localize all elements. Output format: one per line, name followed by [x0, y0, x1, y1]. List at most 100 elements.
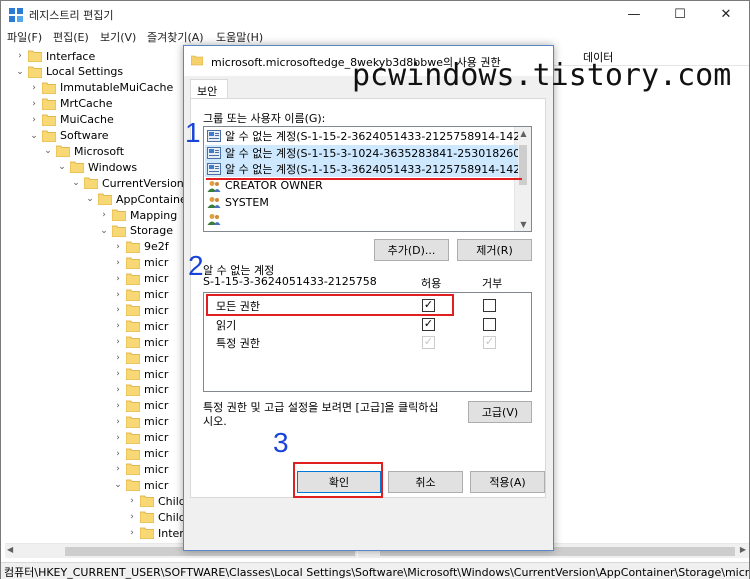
chevron-right-icon[interactable]: › — [113, 305, 123, 315]
chevron-right-icon[interactable]: › — [113, 401, 123, 411]
chevron-right-icon[interactable]: › — [113, 464, 123, 474]
maximize-button[interactable]: ☐ — [657, 1, 703, 28]
advanced-button[interactable]: 고급(V) — [468, 401, 532, 423]
tree-item[interactable]: › MrtCache — [29, 96, 113, 112]
chevron-right-icon[interactable]: › — [29, 83, 39, 93]
allow-column-header: 허용 — [421, 277, 442, 290]
tree-item[interactable]: › micr — [113, 255, 168, 271]
tree-item[interactable]: ⌄ AppContainer — [85, 191, 191, 207]
tree-item[interactable]: › 9e2f — [113, 239, 168, 255]
permission-deny-checkbox[interactable] — [483, 317, 496, 331]
chevron-right-icon[interactable]: › — [113, 337, 123, 347]
tree-item[interactable]: › micr — [113, 350, 168, 366]
user-list-item[interactable]: 알 수 없는 계정(S-1-15-3-3624051433-2125758914… — [205, 161, 518, 177]
tree-item[interactable]: › micr — [113, 382, 168, 398]
apply-button[interactable]: 적용(A) — [470, 471, 545, 493]
tree-item[interactable]: › micr — [113, 446, 168, 462]
menu-view[interactable]: 보기(V) — [100, 29, 136, 45]
tree-item[interactable]: › micr — [113, 461, 168, 477]
menu-help[interactable]: 도움말(H) — [216, 29, 263, 45]
scroll-left-arrow-icon[interactable]: ◀ — [7, 545, 13, 554]
status-bar: 컴퓨터\HKEY_CURRENT_USER\SOFTWARE\Classes\L… — [1, 562, 749, 579]
tree-item[interactable]: › MuiCache — [29, 112, 114, 128]
tree-item[interactable]: › micr — [113, 414, 168, 430]
chevron-right-icon[interactable]: › — [99, 210, 109, 220]
folder-icon — [125, 320, 141, 333]
chevron-right-icon[interactable]: › — [29, 99, 39, 109]
checkmark-icon: ✓ — [484, 335, 495, 348]
tree-item[interactable]: › micr — [113, 334, 168, 350]
menu-file[interactable]: 파일(F) — [7, 29, 42, 45]
chevron-right-icon[interactable]: › — [127, 496, 137, 506]
tree-item[interactable]: ⌄ Software — [29, 128, 108, 144]
tree-item[interactable]: ⌄ micr — [113, 477, 168, 493]
chevron-right-icon[interactable]: › — [113, 258, 123, 268]
chevron-down-icon[interactable]: ⌄ — [29, 131, 39, 141]
chevron-right-icon[interactable]: › — [15, 51, 25, 61]
permission-deny-checkbox: ✓ — [483, 335, 496, 349]
close-button[interactable]: ✕ — [703, 1, 749, 28]
permissions-for-sid: S-1-15-3-3624051433-2125758 — [203, 275, 377, 288]
user-name: 알 수 없는 계정(S-1-15-2-3624051433-2125758914… — [225, 130, 518, 143]
tree-item[interactable]: › micr — [113, 366, 168, 382]
user-name: 알 수 없는 계정(S-1-15-3-3624051433-2125758914… — [225, 163, 518, 176]
tree-item[interactable]: ⌄ Windows — [57, 159, 137, 175]
chevron-down-icon[interactable]: ⌄ — [99, 226, 109, 236]
tree-item[interactable]: › micr — [113, 398, 168, 414]
chevron-right-icon[interactable]: › — [113, 433, 123, 443]
chevron-right-icon[interactable]: › — [113, 449, 123, 459]
permission-deny-checkbox[interactable] — [483, 299, 496, 312]
user-list-item[interactable]: SYSTEM — [205, 194, 518, 210]
tab-security[interactable]: 보안 — [190, 79, 228, 99]
tree-item[interactable]: › micr — [113, 430, 168, 446]
user-name: SYSTEM — [225, 195, 269, 209]
folder-icon — [125, 352, 141, 365]
title-bar[interactable]: 레지스트리 편집기 — ☐ ✕ — [1, 1, 749, 28]
chevron-right-icon[interactable]: › — [113, 353, 123, 363]
chevron-down-icon[interactable]: ⌄ — [113, 480, 123, 490]
tree-item[interactable]: › micr — [113, 271, 168, 287]
remove-button[interactable]: 제거(R) — [457, 239, 532, 261]
chevron-right-icon[interactable]: › — [127, 528, 137, 538]
tree-item[interactable]: › ImmutableMuiCache — [29, 80, 173, 96]
tree-item[interactable]: ⌄ Storage — [99, 223, 173, 239]
tree-item[interactable]: ⌄ Microsoft — [43, 143, 124, 159]
chevron-right-icon[interactable]: › — [113, 385, 123, 395]
chevron-right-icon[interactable]: › — [113, 417, 123, 427]
folder-icon — [125, 368, 141, 381]
chevron-right-icon[interactable]: › — [113, 242, 123, 252]
user-list-item[interactable]: 알 수 없는 계정(S-1-15-2-3624051433-2125758914… — [205, 128, 518, 144]
minimize-button[interactable]: — — [611, 1, 657, 28]
chevron-down-icon[interactable]: ⌄ — [85, 194, 95, 204]
ok-button-highlight — [293, 462, 383, 498]
tree-item[interactable]: › micr — [113, 287, 168, 303]
tree-item[interactable]: ⌄ Local Settings — [15, 64, 123, 80]
menu-edit[interactable]: 편집(E) — [53, 29, 89, 45]
tree-item[interactable]: ⌄ CurrentVersion — [71, 175, 184, 191]
chevron-right-icon[interactable]: › — [29, 115, 39, 125]
chevron-down-icon[interactable]: ⌄ — [57, 162, 67, 172]
scroll-right-arrow-icon[interactable]: ▶ — [740, 545, 746, 554]
permission-allow-checkbox[interactable]: ✓ — [422, 317, 435, 331]
cancel-button[interactable]: 취소 — [388, 471, 463, 493]
menu-favorites[interactable]: 즐겨찾기(A) — [147, 29, 204, 45]
user-list-item[interactable] — [205, 211, 518, 227]
chevron-down-icon[interactable]: ⌄ — [43, 146, 53, 156]
user-name: 알 수 없는 계정(S-1-15-3-1024-3635283841-25301… — [225, 146, 518, 160]
tree-item[interactable]: › micr — [113, 318, 168, 334]
chevron-right-icon[interactable]: › — [127, 512, 137, 522]
chevron-down-icon[interactable]: ⌄ — [71, 178, 81, 188]
step-1-label: 1 — [185, 117, 201, 148]
chevron-down-icon[interactable]: ⌄ — [15, 67, 25, 77]
tree-item[interactable]: › Interface — [15, 48, 95, 64]
chevron-right-icon[interactable]: › — [113, 290, 123, 300]
user-list-item[interactable]: 알 수 없는 계정(S-1-15-3-1024-3635283841-25301… — [205, 144, 518, 161]
menu-bar: 파일(F) 편집(E) 보기(V) 즐겨찾기(A) 도움말(H) — [1, 28, 749, 45]
chevron-right-icon[interactable]: › — [113, 369, 123, 379]
tree-item-label: MrtCache — [60, 97, 113, 111]
tree-item[interactable]: › Mapping — [99, 207, 177, 223]
chevron-right-icon[interactable]: › — [113, 274, 123, 284]
add-button[interactable]: 추가(D)... — [374, 239, 449, 261]
tree-item[interactable]: › micr — [113, 302, 168, 318]
chevron-right-icon[interactable]: › — [113, 321, 123, 331]
